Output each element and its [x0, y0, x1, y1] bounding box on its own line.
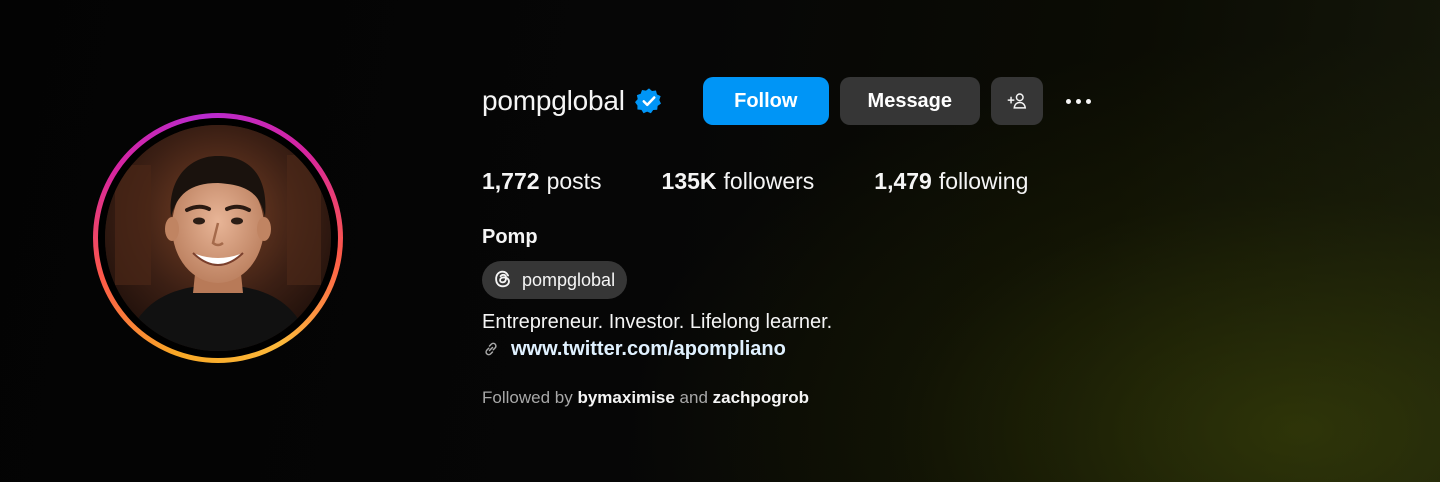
followers-stat[interactable]: 135K followers — [662, 168, 815, 195]
threads-badge[interactable]: pompglobal — [482, 261, 628, 299]
message-button[interactable]: Message — [839, 77, 980, 125]
posts-count: 1,772 — [482, 167, 540, 194]
verified-badge-icon — [634, 87, 663, 115]
threads-icon — [492, 268, 516, 292]
person-plus-icon — [1007, 93, 1026, 109]
followed-by-user[interactable]: bymaximise — [577, 388, 674, 407]
follow-button[interactable]: Follow — [702, 77, 829, 125]
threads-handle: pompglobal — [522, 269, 616, 290]
profile-page: pompglobal Follow Message 1,772 posts 13… — [0, 0, 1440, 482]
followers-label: followers — [723, 167, 815, 194]
followers-count: 135K — [661, 167, 717, 194]
posts-label: posts — [546, 167, 602, 194]
following-stat[interactable]: 1,479 following — [874, 168, 1028, 195]
followed-by-conjunction: and — [679, 388, 708, 407]
profile-photo — [105, 125, 331, 351]
following-label: following — [938, 167, 1029, 194]
followed-by-user[interactable]: zachpogrob — [713, 388, 809, 407]
suggest-users-button[interactable] — [990, 77, 1043, 125]
followed-by: Followed by bymaximise and zachpogrob — [482, 388, 809, 408]
followed-by-prefix: Followed by — [482, 388, 573, 407]
posts-stat[interactable]: 1,772 posts — [482, 168, 602, 195]
website-link[interactable]: www.twitter.com/apompliano — [511, 338, 786, 361]
story-ring[interactable] — [93, 113, 343, 363]
bio-text: Entrepreneur. Investor. Lifelong learner… — [482, 311, 833, 333]
username: pompglobal — [482, 85, 625, 116]
following-count: 1,479 — [874, 167, 932, 194]
profile-header: pompglobal Follow Message — [482, 77, 1097, 125]
external-link: www.twitter.com/apompliano — [482, 337, 786, 361]
avatar[interactable] — [105, 125, 331, 351]
profile-stats: 1,772 posts 135K followers 1,479 followi… — [482, 166, 1088, 196]
full-name: Pomp — [482, 226, 538, 248]
more-options-icon[interactable] — [1061, 77, 1097, 125]
link-icon — [482, 340, 500, 358]
